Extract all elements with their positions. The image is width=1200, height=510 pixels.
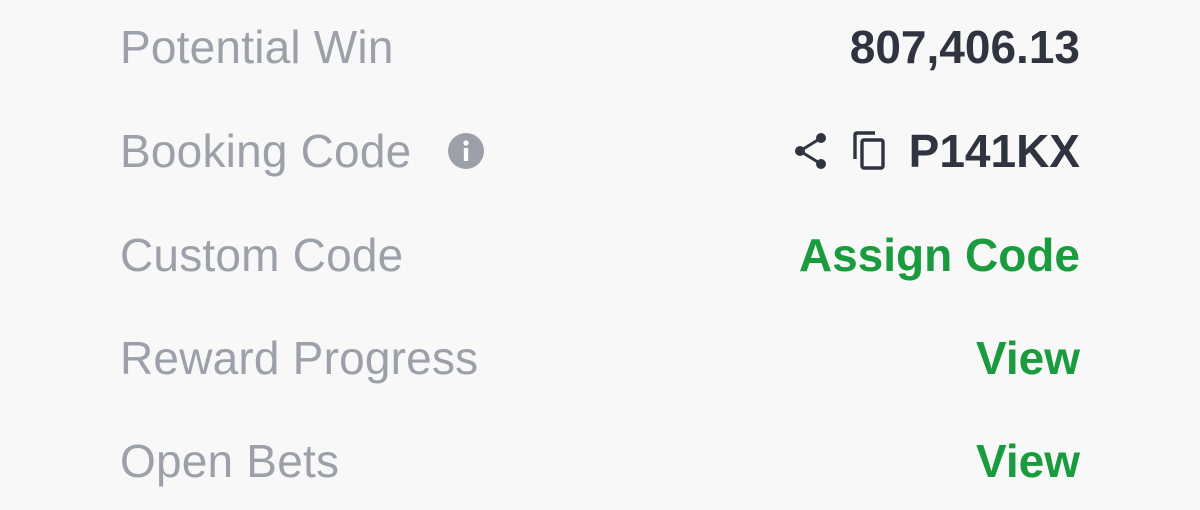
booking-code-value: P141KX — [908, 125, 1080, 177]
assign-code-button[interactable]: Assign Code — [799, 228, 1080, 282]
info-icon[interactable] — [447, 132, 485, 170]
share-icon[interactable] — [789, 129, 833, 173]
reward-progress-row: Reward Progress View — [120, 318, 1080, 398]
booking-code-row: Booking Code P141KX — [120, 111, 1080, 191]
reward-progress-label: Reward Progress — [120, 332, 479, 384]
open-bets-label: Open Bets — [120, 435, 340, 487]
open-bets-view-link[interactable]: View — [976, 434, 1080, 488]
booking-code-value-group: P141KX — [789, 124, 1080, 178]
potential-win-row: Potential Win 807,406.13 — [120, 7, 1080, 87]
reward-progress-view-link[interactable]: View — [976, 331, 1080, 385]
booking-code-label: Booking Code — [120, 125, 412, 177]
potential-win-value: 807,406.13 — [849, 21, 1080, 73]
copy-icon[interactable] — [847, 129, 891, 173]
bet-summary-panel: Potential Win 807,406.13 Booking Code P1… — [0, 0, 1200, 510]
custom-code-row: Custom Code Assign Code — [120, 215, 1080, 295]
custom-code-label: Custom Code — [120, 229, 404, 281]
potential-win-label: Potential Win — [120, 21, 394, 73]
booking-code-label-group: Booking Code — [120, 124, 485, 178]
open-bets-row: Open Bets View — [120, 421, 1080, 501]
